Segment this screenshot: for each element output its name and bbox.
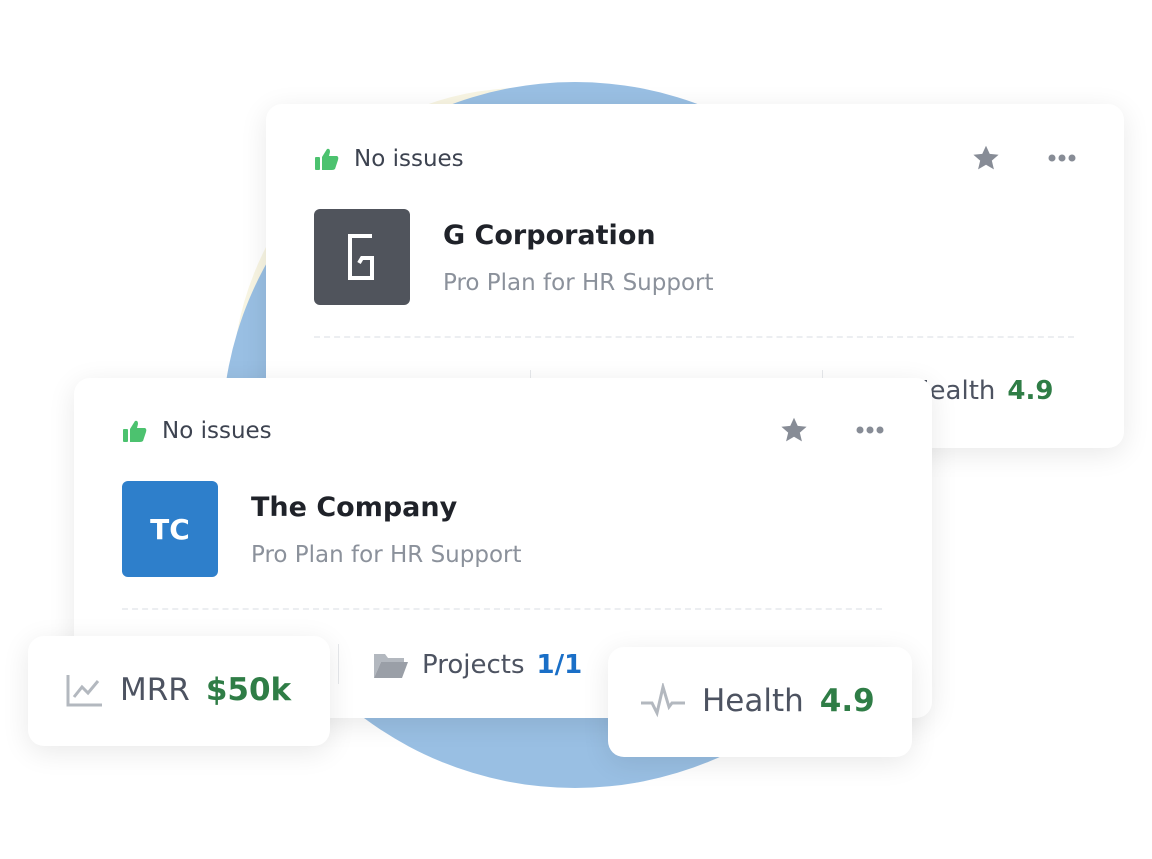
- mrr-card: MRR $50k: [28, 636, 330, 746]
- status: No issues: [122, 418, 272, 444]
- line-chart-icon: [66, 675, 102, 707]
- status: No issues: [314, 146, 464, 172]
- health-card: Health 4.9: [608, 647, 912, 757]
- star-icon[interactable]: [972, 144, 1000, 172]
- projects-stat: Projects 1/1: [372, 650, 582, 680]
- plan-name: Pro Plan for HR Support: [251, 542, 522, 568]
- company-logo: TC: [122, 481, 218, 577]
- divider: [314, 336, 1074, 338]
- company-logo: [314, 209, 410, 305]
- thumbs-up-icon: [123, 420, 147, 442]
- plan-name: Pro Plan for HR Support: [443, 270, 714, 296]
- star-icon[interactable]: [780, 416, 808, 444]
- company-name[interactable]: The Company: [251, 492, 457, 523]
- more-options-icon[interactable]: [1048, 154, 1076, 162]
- separator: [338, 644, 339, 684]
- pulse-icon: [641, 683, 685, 718]
- more-options-icon[interactable]: [856, 426, 884, 434]
- thumbs-up-icon: [315, 148, 339, 170]
- g-logo-mark: [348, 234, 374, 280]
- divider: [122, 608, 882, 610]
- folder-icon: [374, 654, 408, 678]
- company-name[interactable]: G Corporation: [443, 220, 656, 251]
